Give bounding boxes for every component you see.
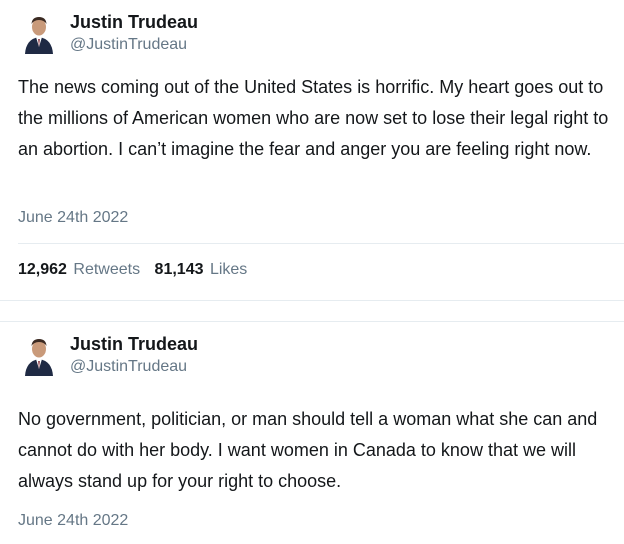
likes-stat[interactable]: 81,143 Likes — [155, 261, 248, 278]
avatar[interactable] — [22, 14, 56, 54]
tweet-stats: 12,962 Retweets 81,143 Likes — [18, 261, 257, 279]
retweets-count: 12,962 — [18, 261, 67, 278]
author-name[interactable]: Justin Trudeau — [70, 334, 198, 355]
tweet-date[interactable]: June 24th 2022 — [18, 209, 128, 227]
retweets-stat[interactable]: 12,962 Retweets — [18, 261, 140, 278]
tweet-text: The news coming out of the United States… — [18, 77, 609, 159]
tweet-text: No government, politician, or man should… — [18, 409, 598, 491]
author-name[interactable]: Justin Trudeau — [70, 12, 198, 33]
likes-label: Likes — [209, 261, 248, 278]
retweets-label: Retweets — [73, 261, 141, 278]
divider — [18, 243, 624, 244]
tweet-card: Justin Trudeau @JustinTrudeau No governm… — [0, 322, 624, 544]
author-handle[interactable]: @JustinTrudeau — [70, 358, 187, 376]
tweet-card: Justin Trudeau @JustinTrudeau The news c… — [0, 0, 624, 300]
avatar[interactable] — [22, 336, 56, 376]
tweet-separator — [0, 300, 624, 322]
author-handle[interactable]: @JustinTrudeau — [70, 36, 187, 54]
tweet-date[interactable]: June 24th 2022 — [18, 512, 128, 530]
likes-count: 81,143 — [154, 261, 204, 278]
